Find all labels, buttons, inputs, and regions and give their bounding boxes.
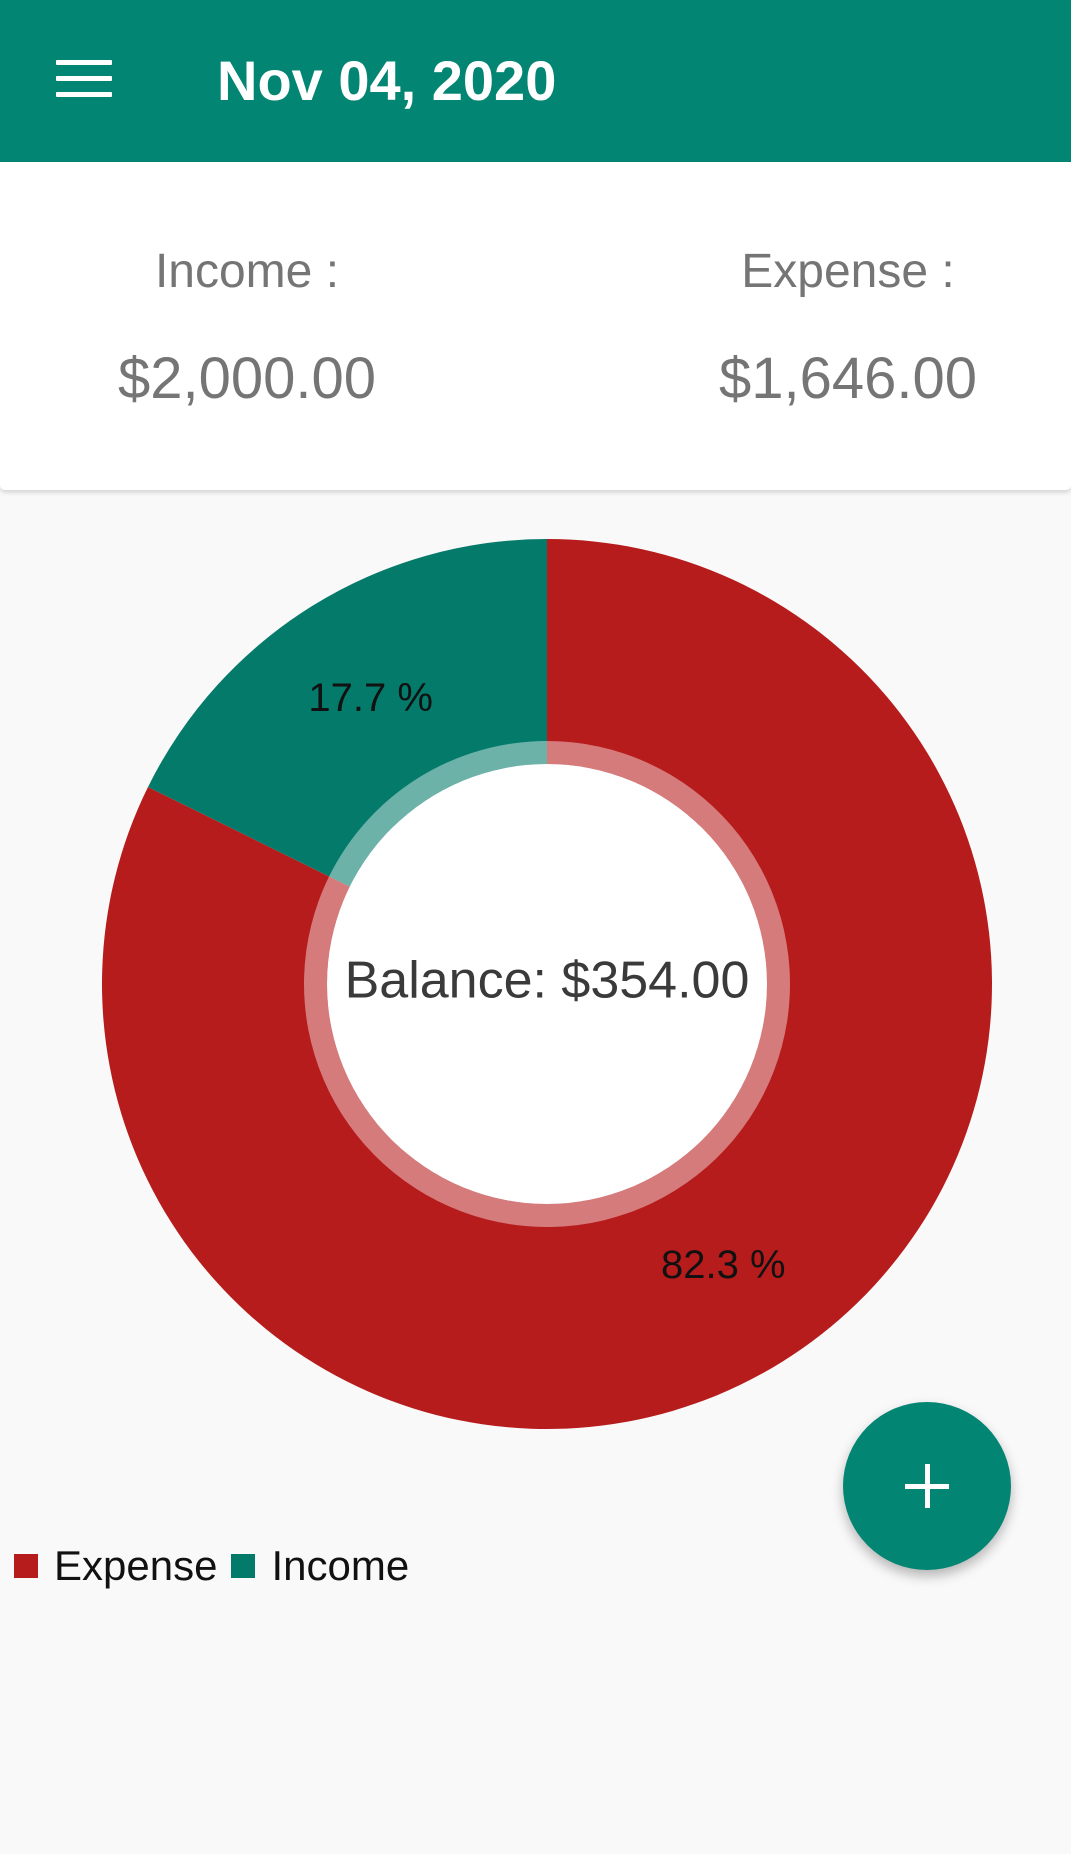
summary-card: Income : $2,000.00 Expense : $1,646.00: [0, 162, 1071, 490]
add-transaction-button[interactable]: [843, 1402, 1011, 1570]
legend-swatch-income: [231, 1554, 256, 1578]
legend-swatch-expense: [14, 1554, 38, 1578]
data-label-expense: 82.3 %: [661, 1243, 786, 1287]
income-value: $2,000.00: [117, 346, 377, 411]
legend-label-income: Income: [271, 1542, 410, 1589]
income-label: Income :: [154, 245, 340, 298]
expense-value: $1,646.00: [718, 346, 978, 411]
legend-label-expense: Expense: [54, 1542, 218, 1589]
legend-item-expense: Expense: [14, 1542, 217, 1590]
balance-center-text: Balance: $354.00: [345, 952, 750, 1010]
balance-donut-chart: 82.3 % 17.7 % Balance: $354.00: [101, 539, 992, 1429]
chart-legend: Expense Income: [14, 1541, 423, 1591]
plus-icon-stroke: [925, 1464, 930, 1508]
data-label-income: 17.7 %: [308, 676, 433, 720]
page-title: Nov 04, 2020: [217, 49, 557, 112]
legend-item-income: Income: [231, 1542, 409, 1590]
expense-label: Expense :: [741, 245, 955, 298]
app-bar: Nov 04, 2020: [0, 0, 1071, 162]
menu-icon[interactable]: [56, 60, 112, 98]
